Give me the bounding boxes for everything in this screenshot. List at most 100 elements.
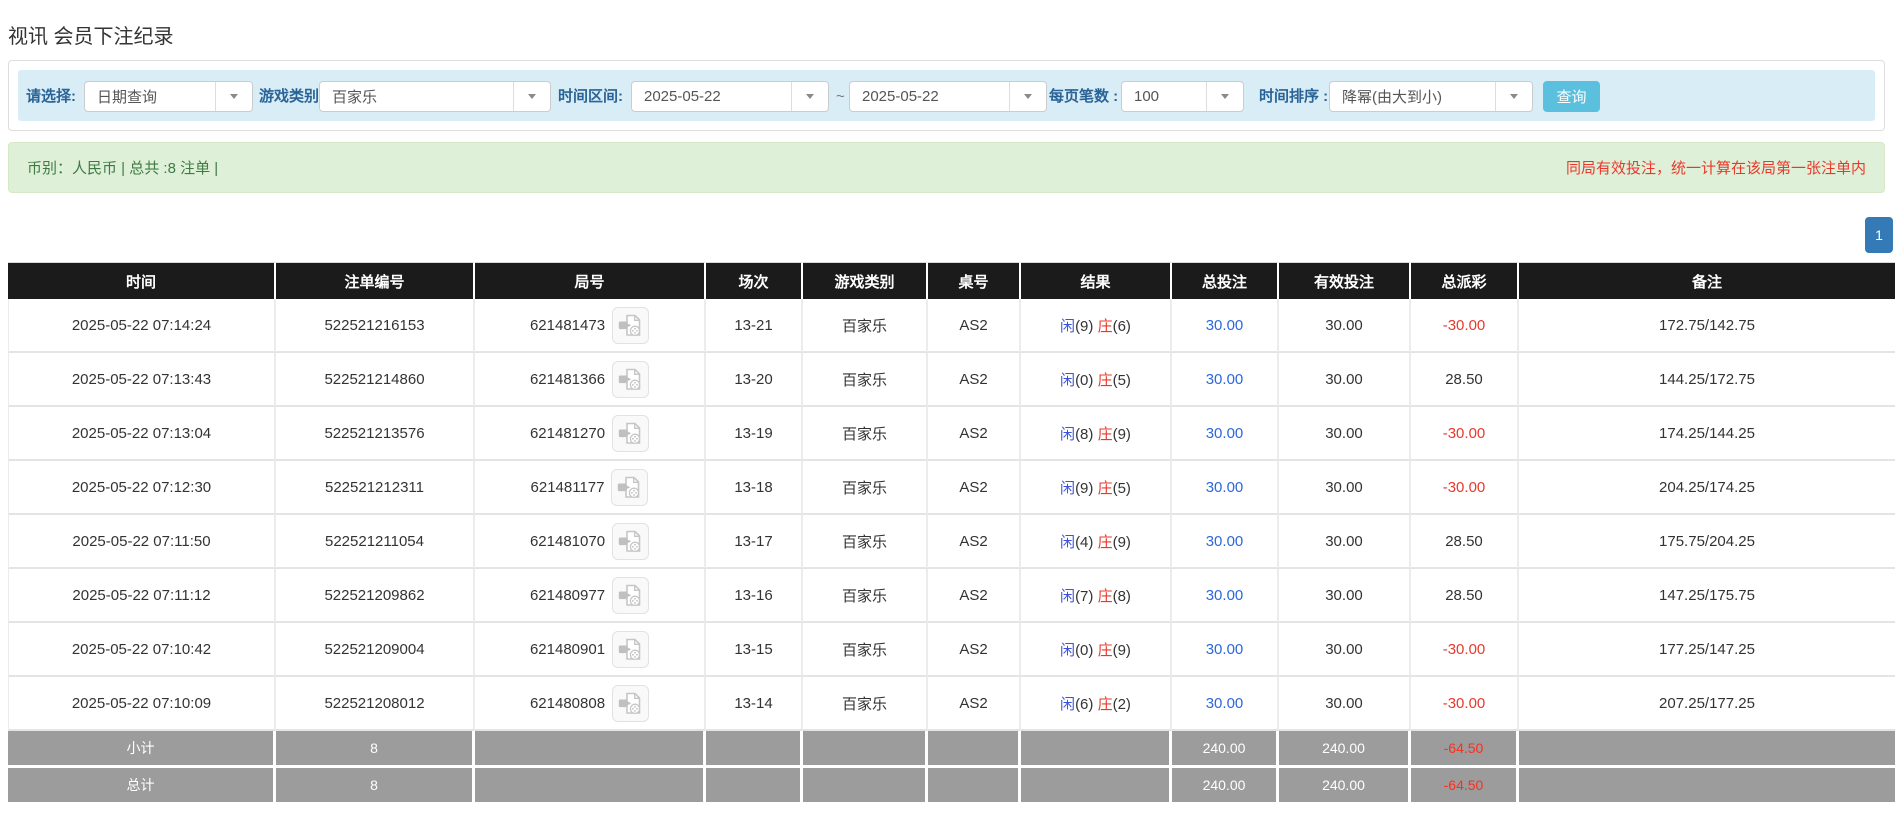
- table-row: 2025-05-22 07:14:24 522521216153 621481473…: [8, 299, 1895, 353]
- total-cell-6: [1021, 768, 1172, 805]
- cell-total-bet[interactable]: 30.00: [1172, 623, 1279, 677]
- cell-payout: -30.00: [1411, 461, 1519, 515]
- pagination-page-1[interactable]: 1: [1865, 217, 1893, 253]
- table-row: 2025-05-22 07:12:30 522521212311 621481177…: [8, 461, 1895, 515]
- result-banker-value: (5): [1112, 371, 1131, 389]
- cell-time: 2025-05-22 07:13:43: [8, 353, 276, 407]
- cell-remark: 172.75/142.75: [1519, 299, 1895, 353]
- subtotal-cell-10: [1519, 731, 1895, 768]
- table-row: 2025-05-22 07:13:04 522521213576 621481270…: [8, 407, 1895, 461]
- cell-game: 百家乐: [803, 407, 928, 461]
- date-to-dropdown[interactable]: 2025-05-22: [849, 81, 1047, 112]
- result-player-value: (7): [1075, 587, 1094, 605]
- time-sort-dropdown[interactable]: 降幂(由大到小): [1329, 81, 1533, 112]
- cell-time: 2025-05-22 07:11:50: [8, 515, 276, 569]
- result-banker-label: 庄: [1097, 425, 1113, 443]
- cell-total-bet[interactable]: 30.00: [1172, 515, 1279, 569]
- cell-session: 13-17: [706, 515, 803, 569]
- time-sort-label: 时间排序 :: [1259, 88, 1329, 105]
- cell-game: 百家乐: [803, 461, 928, 515]
- result-player-value: (8): [1075, 425, 1094, 443]
- cell-round-no: 621481270: [475, 407, 706, 461]
- cell-total-bet[interactable]: 30.00: [1172, 407, 1279, 461]
- subtotal-cell-8: 240.00: [1279, 731, 1411, 768]
- cell-time: 2025-05-22 07:12:30: [8, 461, 276, 515]
- page-size-dropdown[interactable]: 100: [1121, 81, 1244, 112]
- cell-bet-no: 522521209862: [276, 569, 475, 623]
- cell-total-bet[interactable]: 30.00: [1172, 461, 1279, 515]
- cell-total-bet[interactable]: 30.00: [1172, 677, 1279, 731]
- cell-total-bet[interactable]: 30.00: [1172, 569, 1279, 623]
- cell-total-bet[interactable]: 30.00: [1172, 353, 1279, 407]
- result-banker-value: (9): [1112, 425, 1131, 443]
- round-no-wrap: 621480901: [475, 630, 704, 668]
- query-type-dropdown[interactable]: 日期查询: [84, 81, 253, 112]
- cell-result: 闲(4) 庄(9): [1021, 515, 1172, 569]
- table-row: 2025-05-22 07:11:12 522521209862 621480977…: [8, 569, 1895, 623]
- cell-total-bet[interactable]: 30.00: [1172, 299, 1279, 353]
- chevron-down-icon: [1495, 82, 1532, 111]
- tilde-separator: ~: [836, 88, 845, 105]
- cell-table-no: AS2: [928, 299, 1021, 353]
- chevron-down-icon: [215, 82, 252, 111]
- result-banker-value: (6): [1112, 317, 1131, 335]
- cell-result: 闲(9) 庄(5): [1021, 461, 1172, 515]
- chevron-down-icon: [513, 82, 550, 111]
- cell-payout: 28.50: [1411, 515, 1519, 569]
- video-replay-button[interactable]: [612, 360, 650, 398]
- video-file-icon: [618, 368, 641, 390]
- cell-time: 2025-05-22 07:11:12: [8, 569, 276, 623]
- search-button[interactable]: 查询: [1543, 81, 1600, 112]
- column-header-5: 桌号: [928, 262, 1021, 299]
- cell-session: 13-19: [706, 407, 803, 461]
- column-header-4: 游戏类别: [803, 262, 928, 299]
- total-cell-2: [475, 768, 706, 805]
- video-replay-button[interactable]: [612, 522, 650, 560]
- date-from-value: 2025-05-22: [644, 88, 721, 105]
- cell-game: 百家乐: [803, 299, 928, 353]
- round-no-value: 621480808: [529, 694, 606, 712]
- column-header-7: 总投注: [1172, 262, 1279, 299]
- round-no-value: 621481070: [529, 532, 606, 550]
- result-player-value: (0): [1075, 641, 1094, 659]
- cell-bet-no: 522521214860: [276, 353, 475, 407]
- cell-remark: 207.25/177.25: [1519, 677, 1895, 731]
- result-player-label: 闲: [1060, 317, 1076, 335]
- cell-table-no: AS2: [928, 623, 1021, 677]
- video-replay-button[interactable]: [612, 684, 650, 722]
- cell-valid-bet: 30.00: [1279, 569, 1411, 623]
- result-banker-label: 庄: [1097, 695, 1113, 713]
- cell-payout: 28.50: [1411, 569, 1519, 623]
- cell-valid-bet: 30.00: [1279, 407, 1411, 461]
- table-row: 2025-05-22 07:13:43 522521214860 621481366…: [8, 353, 1895, 407]
- video-replay-button[interactable]: [612, 414, 650, 452]
- result-player-label: 闲: [1060, 479, 1076, 497]
- video-replay-button[interactable]: [612, 630, 650, 668]
- result-banker-label: 庄: [1097, 479, 1113, 497]
- cell-session: 13-15: [706, 623, 803, 677]
- video-replay-button[interactable]: [611, 468, 649, 506]
- cell-remark: 147.25/175.75: [1519, 569, 1895, 623]
- date-from-dropdown[interactable]: 2025-05-22: [631, 81, 829, 112]
- result-player-value: (4): [1075, 533, 1094, 551]
- cell-result: 闲(7) 庄(8): [1021, 569, 1172, 623]
- video-file-icon: [618, 530, 641, 552]
- total-cell-3: [706, 768, 803, 805]
- cell-bet-no: 522521213576: [276, 407, 475, 461]
- cell-bet-no: 522521208012: [276, 677, 475, 731]
- column-header-0: 时间: [8, 262, 276, 299]
- video-replay-button[interactable]: [612, 306, 650, 344]
- cell-bet-no: 522521211054: [276, 515, 475, 569]
- result-banker-value: (8): [1112, 587, 1131, 605]
- game-type-dropdown[interactable]: 百家乐: [319, 81, 551, 112]
- chevron-down-icon: [791, 82, 828, 111]
- result-banker-value: (9): [1112, 641, 1131, 659]
- video-replay-button[interactable]: [612, 576, 650, 614]
- result-banker-label: 庄: [1097, 317, 1113, 335]
- cell-valid-bet: 30.00: [1279, 623, 1411, 677]
- game-type-label: 游戏类别: [259, 88, 320, 105]
- subtotal-cell-9: -64.50: [1411, 731, 1519, 768]
- column-header-6: 结果: [1021, 262, 1172, 299]
- column-header-10: 备注: [1519, 262, 1895, 299]
- result-player-label: 闲: [1060, 641, 1076, 659]
